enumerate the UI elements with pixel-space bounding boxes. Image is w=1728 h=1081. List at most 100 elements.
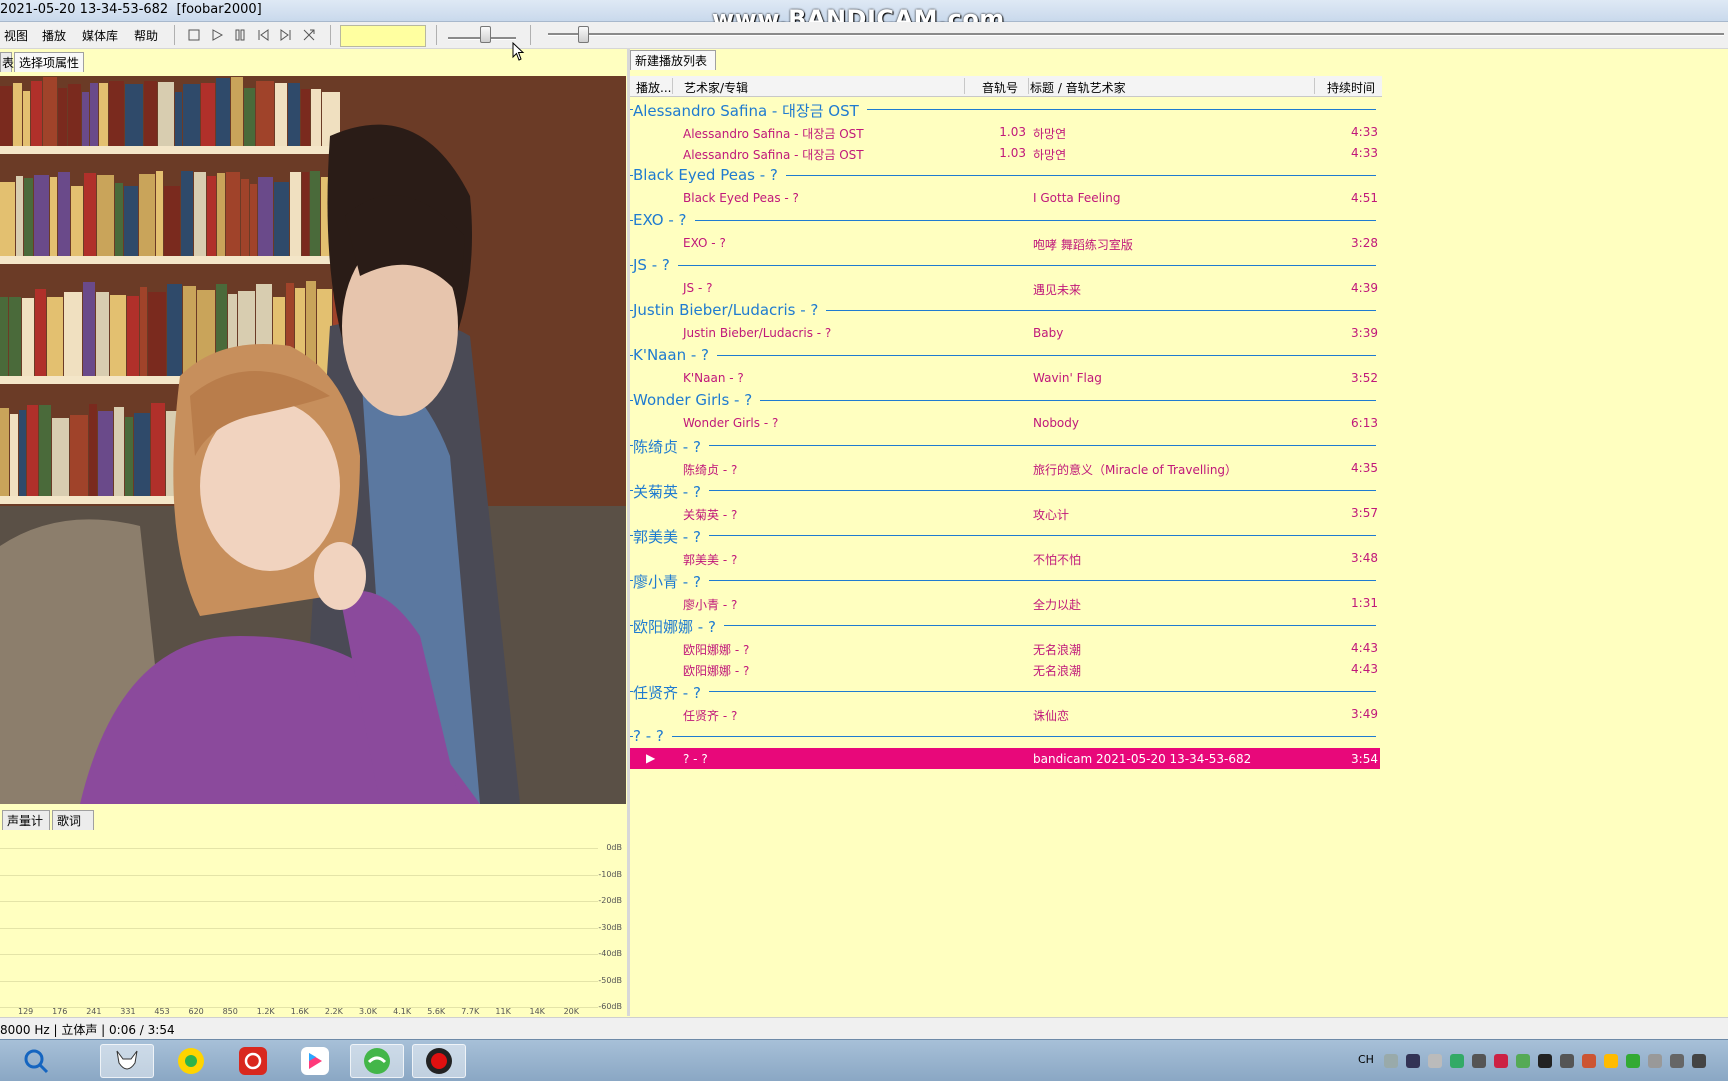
youku-app[interactable] — [288, 1044, 342, 1078]
playlist-row[interactable]: 关菊英 - ? 攻心计 3:57 — [630, 502, 1380, 523]
tab-selection-properties[interactable]: 选择项属性 — [14, 52, 84, 72]
playlist-row[interactable]: EXO - ? 咆哮 舞蹈练习室版 3:28 — [630, 232, 1380, 253]
album-art — [0, 76, 626, 804]
tray-icon[interactable] — [1384, 1054, 1398, 1068]
column-duration[interactable]: 持续时间 — [1327, 79, 1375, 96]
playlist-row[interactable]: Alessandro Safina - 대장금 OST 1.03 하망연 4:33 — [630, 121, 1380, 142]
tray-icon[interactable] — [1538, 1054, 1552, 1068]
netease-music-app[interactable] — [226, 1044, 280, 1078]
book-spine — [31, 81, 42, 146]
search-box[interactable] — [340, 25, 426, 47]
playlist-group-header[interactable]: Wonder Girls - ? — [630, 388, 1380, 410]
seek-bar-track[interactable] — [548, 33, 1724, 36]
group-divider — [630, 625, 1376, 626]
track-duration: 1:31 — [1351, 596, 1378, 610]
stop-button[interactable] — [184, 25, 204, 45]
playlist-row[interactable]: Alessandro Safina - 대장금 OST 1.03 하망연 4:33 — [630, 142, 1380, 163]
playlist-group-header[interactable]: 任贤齐 - ? — [630, 679, 1380, 703]
tray-icon[interactable] — [1450, 1054, 1464, 1068]
foobar2000-app[interactable] — [100, 1044, 154, 1078]
previous-button[interactable] — [253, 25, 273, 45]
playlist-row[interactable]: K'Naan - ? Wavin' Flag 3:52 — [630, 367, 1380, 388]
play-button[interactable] — [207, 25, 227, 45]
tray-icon[interactable] — [1428, 1054, 1442, 1068]
menu-help[interactable]: 帮助 — [134, 27, 158, 44]
tray-icon[interactable] — [1670, 1054, 1684, 1068]
book-spine — [201, 83, 215, 146]
book-spine — [217, 173, 225, 256]
playlist-group-header[interactable]: 欧阳娜娜 - ? — [630, 613, 1380, 637]
playlist-row[interactable]: 任贤齐 - ? 诛仙恋 3:49 — [630, 703, 1380, 724]
tab-volume-meter[interactable]: 声量计 — [2, 810, 50, 830]
random-button[interactable] — [299, 25, 319, 45]
playlist-group-header[interactable]: 廖小青 - ? — [630, 568, 1380, 592]
seek-bar-thumb[interactable] — [578, 26, 589, 43]
playlist-row[interactable]: Justin Bieber/Ludacris - ? Baby 3:39 — [630, 322, 1380, 343]
book-spine — [50, 177, 57, 256]
tray-icon[interactable] — [1406, 1054, 1420, 1068]
menu-library[interactable]: 媒体库 — [82, 27, 118, 44]
playlist-row[interactable]: JS - ? 遇见未来 4:39 — [630, 277, 1380, 298]
tab-playlist[interactable]: 表 — [0, 52, 14, 72]
tray-icon[interactable] — [1626, 1054, 1640, 1068]
playlist-row[interactable]: Wonder Girls - ? Nobody 6:13 — [630, 412, 1380, 433]
db-gridline — [0, 874, 598, 876]
tray-icon[interactable] — [1494, 1054, 1508, 1068]
tray-icon[interactable] — [1560, 1054, 1574, 1068]
next-button[interactable] — [276, 25, 296, 45]
search-app[interactable] — [20, 1044, 52, 1078]
playlist-row[interactable]: 欧阳娜娜 - ? 无名浪潮 4:43 — [630, 637, 1380, 658]
bandicam-app-icon — [426, 1048, 452, 1074]
column-playing[interactable]: 播放... — [636, 79, 671, 96]
group-divider — [630, 580, 1376, 581]
tab-new-playlist[interactable]: 新建播放列表 — [630, 50, 716, 70]
menu-playback[interactable]: 播放 — [42, 27, 66, 44]
playlist-group-header[interactable]: Alessandro Safina - 대장금 OST — [630, 97, 1380, 121]
book-spine — [290, 172, 301, 256]
playlist-row-now-playing[interactable]: ▶ ? - ? bandicam 2021-05-20 13-34-53-682 3:… — [630, 748, 1380, 769]
playlist-group-header[interactable]: Black Eyed Peas - ? — [630, 163, 1380, 185]
book-spine — [58, 88, 67, 146]
menu-view[interactable]: 视图 — [4, 27, 28, 44]
volume-slider-thumb[interactable] — [480, 26, 491, 43]
input-language[interactable]: CH — [1358, 1053, 1374, 1066]
playlist-group-header[interactable]: K'Naan - ? — [630, 343, 1380, 365]
pause-button[interactable] — [230, 25, 250, 45]
playlist-group-header[interactable]: JS - ? — [630, 253, 1380, 275]
playlist-group-header[interactable]: Justin Bieber/Ludacris - ? — [630, 298, 1380, 320]
track-artist-album: Alessandro Safina - 대장금 OST — [683, 148, 864, 162]
bandicam-app[interactable] — [412, 1044, 466, 1078]
playlist-group-header[interactable]: 陈绮贞 - ? — [630, 433, 1380, 457]
tray-icon[interactable] — [1692, 1054, 1706, 1068]
book-spine — [68, 84, 81, 146]
title-bar: 2021-05-20 13-34-53-682 [foobar2000] www… — [0, 0, 1728, 33]
playlist-group-header[interactable]: 郭美美 - ? — [630, 523, 1380, 547]
tab-lyrics[interactable]: 歌词 — [52, 810, 94, 830]
track-duration: 3:57 — [1351, 506, 1378, 520]
book-spine — [151, 403, 165, 496]
playlist-group-header[interactable]: ? - ? — [630, 724, 1380, 746]
column-track-number[interactable]: 音轨号 — [982, 79, 1018, 96]
playlist-group-header[interactable]: EXO - ? — [630, 208, 1380, 230]
group-title: EXO - ? — [633, 211, 695, 229]
tray-icon[interactable] — [1604, 1054, 1618, 1068]
playlist-row[interactable]: 郭美美 - ? 不怕不怕 3:48 — [630, 547, 1380, 568]
playlist-row[interactable]: 欧阳娜娜 - ? 无名浪潮 4:43 — [630, 658, 1380, 679]
book-spine — [194, 172, 206, 256]
tray-icon[interactable] — [1582, 1054, 1596, 1068]
playlist-row[interactable]: Black Eyed Peas - ? I Gotta Feeling 4:51 — [630, 187, 1380, 208]
column-title-artist[interactable]: 标题 / 音轨艺术家 — [1030, 79, 1126, 96]
playlist-group-header[interactable]: 关菊英 - ? — [630, 478, 1380, 502]
playlist-row[interactable]: 陈绮贞 - ? 旅行的意义（Miracle of Travelling） 4:35 — [630, 457, 1380, 478]
tray-icon[interactable] — [1648, 1054, 1662, 1068]
book-spine — [47, 297, 63, 376]
book-spine — [0, 182, 15, 256]
track-artist-album: K'Naan - ? — [683, 371, 744, 385]
tray-icon[interactable] — [1516, 1054, 1530, 1068]
group-title: 任贤齐 - ? — [633, 682, 709, 703]
browser-app[interactable] — [350, 1044, 404, 1078]
column-artist-album[interactable]: 艺术家/专辑 — [684, 79, 748, 96]
tray-icon[interactable] — [1472, 1054, 1486, 1068]
qq-music-app[interactable] — [164, 1044, 218, 1078]
playlist-row[interactable]: 廖小青 - ? 全力以赴 1:31 — [630, 592, 1380, 613]
